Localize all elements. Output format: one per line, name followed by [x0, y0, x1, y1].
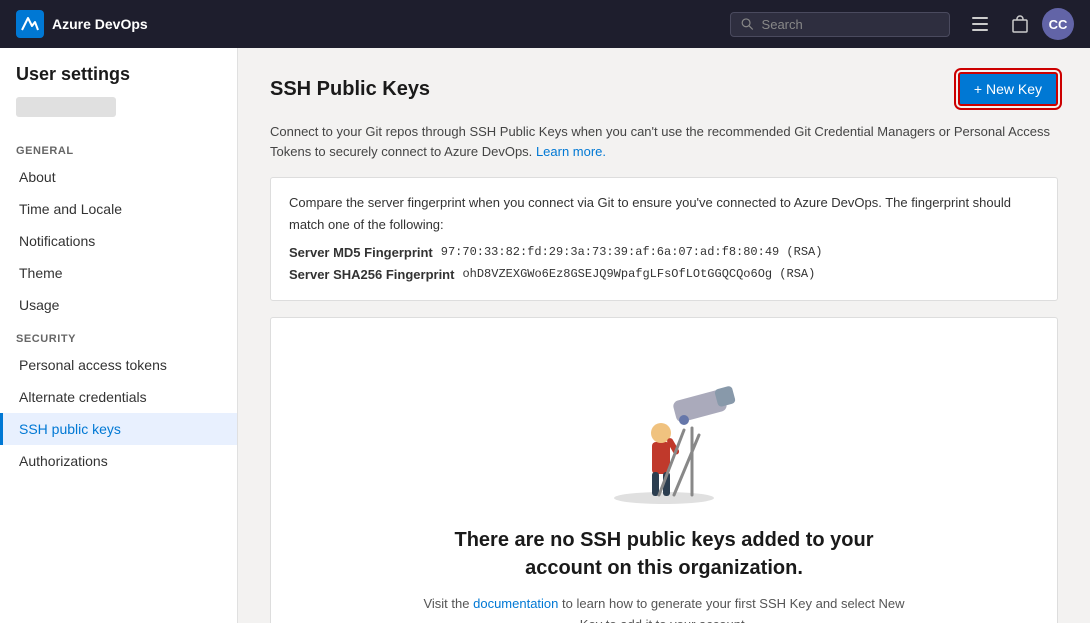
empty-state: There are no SSH public keys added to yo…	[270, 317, 1058, 623]
fingerprint-intro: Compare the server fingerprint when you …	[289, 192, 1039, 236]
sidebar-item-authorizations[interactable]: Authorizations	[0, 445, 237, 477]
sidebar-item-personal-access-tokens[interactable]: Personal access tokens	[0, 349, 237, 381]
md5-fingerprint-row: Server MD5 Fingerprint 97:70:33:82:fd:29…	[289, 242, 1039, 264]
sidebar-item-about[interactable]: About	[0, 161, 237, 193]
main-layout: User settings General About Time and Loc…	[0, 48, 1090, 623]
page-header: SSH Public Keys + New Key	[270, 72, 1058, 106]
learn-more-link[interactable]: Learn more.	[536, 144, 606, 159]
menu-icon	[972, 17, 988, 31]
brand-logo[interactable]: Azure DevOps	[16, 10, 148, 38]
telescope-illustration	[584, 350, 744, 510]
empty-state-description: Visit the documentation to learn how to …	[414, 594, 914, 623]
new-key-button[interactable]: + New Key	[958, 72, 1058, 106]
sidebar-item-alternate-credentials[interactable]: Alternate credentials	[0, 381, 237, 413]
sidebar-item-usage[interactable]: Usage	[0, 289, 237, 321]
search-input[interactable]	[762, 17, 939, 32]
sidebar-item-time-locale[interactable]: Time and Locale	[0, 193, 237, 225]
empty-state-title: There are no SSH public keys added to yo…	[444, 526, 884, 582]
page-description: Connect to your Git repos through SSH Pu…	[270, 122, 1058, 161]
avatar-initials: CC	[1049, 17, 1068, 32]
avatar-button[interactable]: CC	[1042, 8, 1074, 40]
main-content: SSH Public Keys + New Key Connect to you…	[238, 48, 1090, 623]
search-icon	[741, 17, 754, 31]
fingerprint-box: Compare the server fingerprint when you …	[270, 177, 1058, 301]
search-box[interactable]	[730, 12, 950, 37]
menu-icon-btn[interactable]	[962, 6, 998, 42]
sidebar-title: User settings	[0, 64, 237, 93]
sidebar-user-placeholder	[16, 97, 116, 117]
md5-label: Server MD5 Fingerprint	[289, 242, 433, 264]
topnav-icons: CC	[962, 6, 1074, 42]
sha256-label: Server SHA256 Fingerprint	[289, 264, 454, 286]
page-title: SSH Public Keys	[270, 78, 430, 101]
basket-icon	[1011, 15, 1029, 33]
md5-value: 97:70:33:82:fd:29:3a:73:39:af:6a:07:ad:f…	[441, 242, 823, 264]
top-navigation: Azure DevOps CC	[0, 0, 1090, 48]
sidebar: User settings General About Time and Loc…	[0, 48, 238, 623]
sidebar-item-theme[interactable]: Theme	[0, 257, 237, 289]
azure-devops-logo-icon	[16, 10, 44, 38]
documentation-link[interactable]: documentation	[473, 596, 558, 611]
sha256-value: ohD8VZEXGWo6Ez8GSEJQ9WpafgLFsOfLOtGGQCQo…	[462, 264, 815, 286]
brand-name: Azure DevOps	[52, 16, 148, 32]
basket-icon-btn[interactable]	[1002, 6, 1038, 42]
sidebar-item-ssh-public-keys[interactable]: SSH public keys	[0, 413, 237, 445]
sha256-fingerprint-row: Server SHA256 Fingerprint ohD8VZEXGWo6Ez…	[289, 264, 1039, 286]
sidebar-section-security: Security	[0, 321, 237, 349]
sidebar-section-general: General	[0, 133, 237, 161]
sidebar-item-notifications[interactable]: Notifications	[0, 225, 237, 257]
